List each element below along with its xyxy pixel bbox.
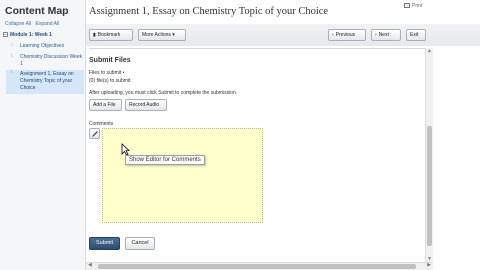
add-file-label: Add a File (93, 102, 116, 108)
collapse-all-link[interactable]: Collapse All (5, 21, 31, 27)
chevron-left-icon: ‹ (332, 32, 334, 38)
scroll-right-icon[interactable]: ▶ (427, 262, 431, 268)
module-label: Module 1: Week 1 (10, 32, 52, 38)
printer-icon (404, 3, 410, 9)
tree-branch-icon: └ (10, 43, 14, 49)
upload-instructions: After uploading, you must click Submit t… (89, 90, 238, 96)
comments-label: Comments (89, 121, 114, 127)
pencil-icon (92, 131, 98, 137)
collapse-toggle-icon[interactable]: − (3, 32, 8, 38)
scroll-left-icon[interactable]: ◀ (88, 262, 92, 268)
sidebar-item-label: Assignment 1, Essay on Chemistry Topic o… (20, 71, 74, 91)
content-map-title: Content Map (5, 5, 69, 17)
collapse-expand-links: Collapse All Expand All (5, 21, 62, 27)
previous-button[interactable]: ‹ Previous (328, 29, 366, 41)
content-map-sidebar: Content Map Collapse All Expand All − Mod… (0, 0, 86, 270)
sidebar-item-learning-objectives[interactable]: └ Learning Objectives (6, 43, 84, 50)
vertical-scrollbar[interactable]: ▲ ▼ (425, 48, 433, 262)
sidebar-module-week-1[interactable]: − Module 1: Week 1 (3, 32, 52, 38)
record-audio-label: Record Audio (129, 102, 160, 108)
files-to-submit-label: Files to submit • (89, 70, 125, 76)
cancel-button[interactable]: Cancel (125, 237, 155, 250)
scroll-up-icon[interactable]: ▲ (426, 48, 433, 54)
bookmark-icon: ▮ (93, 32, 96, 38)
sidebar-item-label: Chemistry Discussion Week 1 (20, 54, 83, 67)
next-label: Next (378, 32, 389, 38)
tree-branch-icon: └ (10, 70, 14, 76)
page-root: Content Map Collapse All Expand All − Mod… (0, 0, 480, 270)
tooltip: Show Editor for Comments (125, 155, 205, 165)
expand-all-link[interactable]: Expand All (36, 21, 60, 27)
horizontal-scroll-thumb[interactable] (98, 264, 416, 269)
exit-label: Exit (410, 32, 419, 38)
next-button[interactable]: › Next (371, 29, 401, 41)
page-title: Assignment 1, Essay on Chemistry Topic o… (89, 6, 329, 17)
toolbar-divider (89, 48, 425, 49)
add-file-button[interactable]: Add a File (89, 99, 122, 111)
chevron-down-icon: ▾ (172, 32, 175, 38)
chevron-right-icon: › (375, 32, 377, 38)
section-title: Submit Files (89, 57, 131, 64)
print-label: Print (412, 3, 423, 9)
bookmark-label: Bookmark (97, 32, 121, 38)
show-editor-button[interactable] (89, 128, 100, 139)
previous-label: Previous (335, 32, 356, 38)
bookmark-button[interactable]: ▮ Bookmark (89, 29, 133, 41)
sidebar-item-assignment-1[interactable]: └ Assignment 1, Essay on Chemistry Topic… (6, 70, 84, 94)
vertical-scroll-thumb[interactable] (427, 126, 432, 246)
record-audio-button[interactable]: Record Audio (125, 99, 167, 111)
sidebar-item-chemistry-discussion[interactable]: └ Chemistry Discussion Week 1 (6, 54, 84, 68)
more-actions-button[interactable]: More Actions ▾ (138, 29, 186, 41)
files-count: (0) file(s) to submit (89, 78, 131, 84)
sidebar-item-label: Learning Objectives (20, 43, 65, 49)
tree-branch-icon: └ (10, 54, 14, 60)
more-actions-label: More Actions (142, 32, 171, 38)
submit-button[interactable]: Submit (89, 237, 120, 250)
exit-button[interactable]: Exit (406, 29, 426, 41)
print-button[interactable]: Print (404, 3, 422, 9)
horizontal-scrollbar[interactable]: ◀ ▶ (86, 262, 433, 270)
